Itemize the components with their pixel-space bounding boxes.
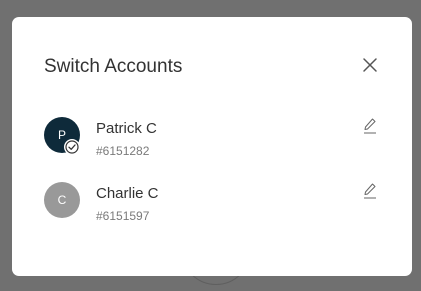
close-icon: [363, 58, 377, 72]
account-item-patrick[interactable]: P Patrick C #6151282: [12, 109, 412, 165]
modal-title: Switch Accounts: [44, 56, 183, 77]
edit-account-button[interactable]: [363, 117, 377, 135]
pencil-icon: [364, 183, 376, 199]
account-id: #6151597: [96, 209, 150, 223]
switch-accounts-modal: Switch Accounts P Patrick C #6151282 C C…: [12, 17, 412, 276]
active-account-badge: [64, 139, 80, 155]
avatar: C: [44, 182, 80, 218]
edit-account-button[interactable]: [363, 182, 377, 200]
account-id: #6151282: [96, 144, 150, 158]
account-name: Charlie C: [96, 185, 159, 202]
account-name: Patrick C: [96, 120, 157, 137]
close-button[interactable]: [356, 55, 384, 77]
pencil-icon: [364, 118, 376, 134]
account-item-charlie[interactable]: C Charlie C #6151597: [12, 174, 412, 230]
check-circle-icon: [65, 140, 79, 154]
